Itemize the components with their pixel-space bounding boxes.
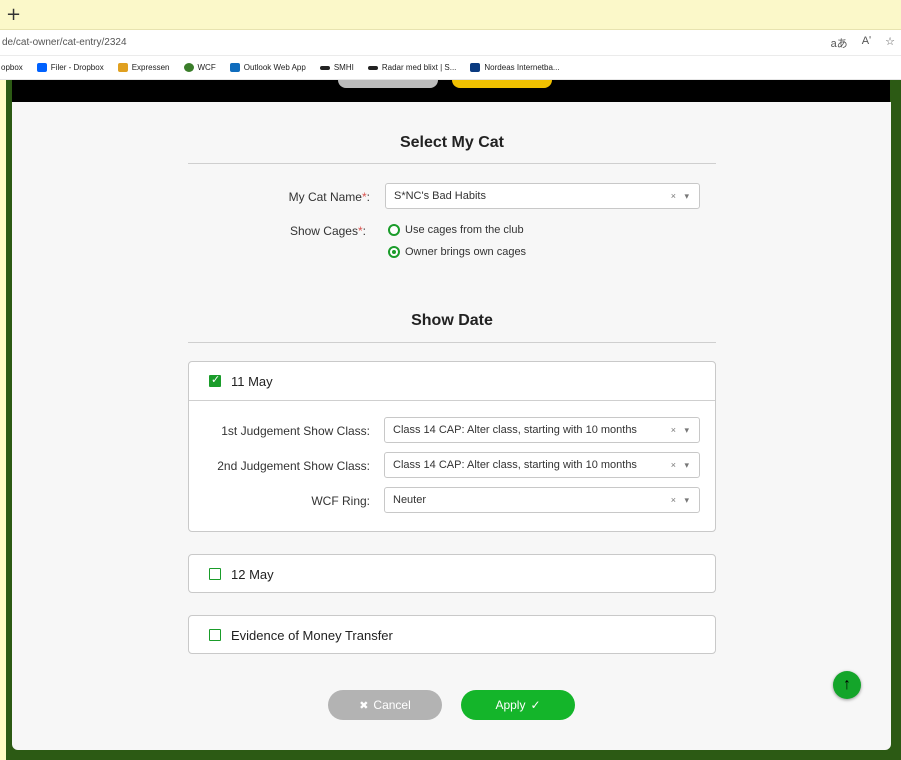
bookmark-item[interactable]: Radar med blixt | S... — [367, 63, 456, 72]
radio-own-cages[interactable]: Owner brings own cages — [388, 246, 526, 258]
cat-icon — [183, 63, 194, 72]
nav-button-grey[interactable] — [338, 80, 438, 88]
bookmark-item[interactable]: opbox — [1, 63, 23, 72]
address-bar[interactable]: de/cat-owner/cat-entry/2324 aあ Aʹ ☆ — [0, 30, 901, 56]
radio-selected-icon[interactable] — [388, 246, 400, 258]
money-transfer-panel: Evidence of Money Transfer — [188, 615, 716, 654]
apply-button[interactable]: Apply ✓ — [461, 690, 575, 720]
new-tab-button[interactable]: + — [6, 4, 21, 25]
checkbox-checked-icon[interactable] — [209, 373, 221, 387]
nordea-icon — [470, 63, 481, 72]
clear-dropdown-icon[interactable]: × ▾ — [671, 425, 692, 436]
translate-icon[interactable]: aあ — [831, 35, 848, 51]
read-aloud-icon[interactable]: Aʹ — [862, 35, 871, 51]
judgement-1-select[interactable]: Class 14 CAP: Alter class, starting with… — [384, 417, 700, 443]
checkbox-icon[interactable] — [209, 568, 221, 580]
close-icon: ✖ — [359, 699, 369, 712]
wcf-ring-label: WCF Ring: — [311, 494, 370, 508]
date-panel-header[interactable]: 12 May — [189, 555, 715, 593]
bird-icon — [117, 63, 128, 72]
bookmark-item[interactable]: Expressen — [117, 63, 170, 72]
scroll-to-top-button[interactable]: ↑ — [833, 671, 861, 699]
cat-name-select[interactable]: S*NC's Bad Habits × ▾ — [385, 183, 700, 209]
cat-name-label: My Cat Name*: — [288, 190, 370, 204]
nav-button-yellow[interactable] — [452, 80, 552, 88]
judgement-1-label: 1st Judgement Show Class: — [221, 424, 370, 438]
radio-use-club-cages[interactable]: Use cages from the club — [388, 224, 524, 236]
divider — [188, 342, 716, 343]
divider — [189, 400, 715, 401]
section-title-select-cat: Select My Cat — [399, 134, 505, 151]
smhi-icon — [367, 65, 378, 70]
bookmark-item[interactable]: SMHI — [319, 63, 354, 72]
date-panel-header[interactable]: 11 May — [189, 362, 715, 400]
checkbox-icon[interactable] — [209, 629, 221, 641]
top-nav-bar — [12, 80, 890, 102]
money-transfer-header[interactable]: Evidence of Money Transfer — [189, 616, 715, 654]
wcf-ring-select[interactable]: Neuter × ▾ — [384, 487, 700, 513]
arrow-up-icon: ↑ — [843, 676, 851, 693]
dropbox-icon — [36, 63, 47, 72]
radio-icon[interactable] — [388, 224, 400, 236]
clear-dropdown-icon[interactable]: × ▾ — [671, 495, 692, 506]
clear-dropdown-icon[interactable]: × ▾ — [671, 191, 692, 202]
section-title-show-date: Show Date — [411, 312, 493, 329]
outlook-icon — [229, 63, 240, 72]
cancel-button[interactable]: ✖ Cancel — [328, 690, 442, 720]
check-icon: ✓ — [530, 698, 541, 712]
divider — [188, 163, 716, 164]
bookmark-item[interactable]: WCF — [183, 63, 216, 72]
favorite-star-icon[interactable]: ☆ — [885, 35, 895, 51]
judgement-2-select[interactable]: Class 14 CAP: Alter class, starting with… — [384, 452, 700, 478]
smhi-icon — [319, 65, 330, 70]
clear-dropdown-icon[interactable]: × ▾ — [671, 460, 692, 471]
bookmark-item[interactable]: Nordeas Internetba... — [470, 63, 560, 72]
show-cages-label: Show Cages*: — [289, 224, 366, 238]
bookmarks-bar: opbox Filer - Dropbox Expressen WCF Outl… — [0, 56, 901, 80]
bookmark-item[interactable]: Filer - Dropbox — [36, 63, 104, 72]
date-panel-12-may: 12 May — [188, 554, 716, 593]
bookmark-item[interactable]: Outlook Web App — [229, 63, 306, 72]
judgement-2-label: 2nd Judgement Show Class: — [217, 459, 370, 473]
address-bar-icons: aあ Aʹ ☆ — [831, 35, 895, 51]
tab-strip: + — [0, 0, 901, 30]
url-text[interactable]: de/cat-owner/cat-entry/2324 — [2, 37, 127, 48]
